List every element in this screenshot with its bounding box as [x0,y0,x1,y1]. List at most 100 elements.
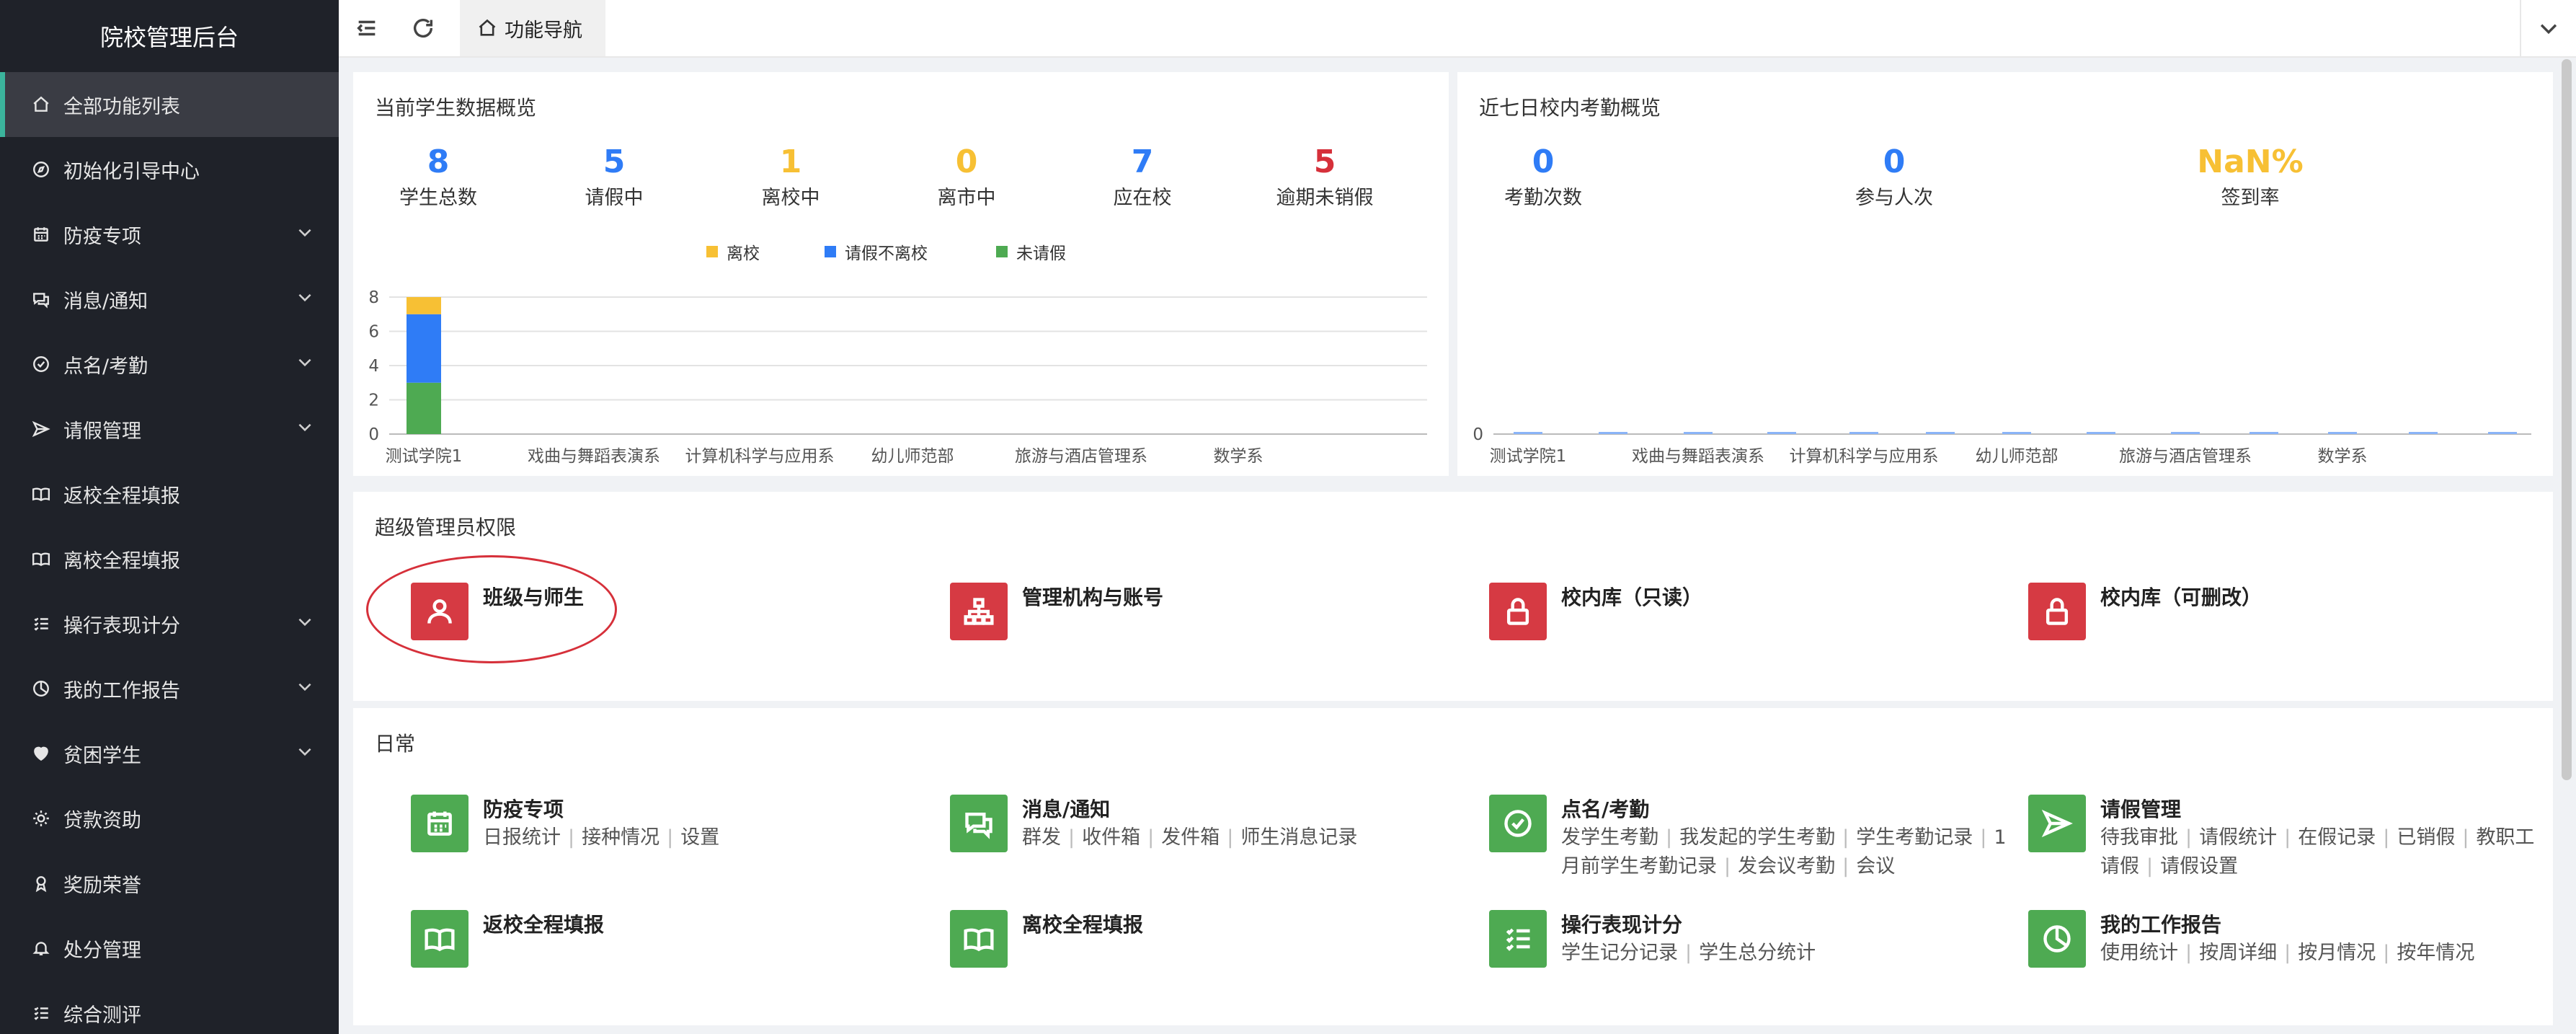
feature-link[interactable]: 我发起的学生考勤 [1679,826,1835,849]
feature-card[interactable]: 校内库（可删改） [2028,583,2547,640]
feature-icon-box[interactable] [2028,795,2086,852]
sidebar-item-2[interactable]: 防疫专项 [0,202,339,267]
sidebar-item-5[interactable]: 请假管理 [0,397,339,461]
feature-icon-box[interactable] [411,795,468,852]
feature-title[interactable]: 防疫专项 [483,796,719,823]
bar-segment [1514,432,1542,434]
feature-card[interactable]: 离校全程填报 [950,910,1469,968]
chat-icon [965,812,992,839]
feature-icon-box[interactable] [1489,795,1547,852]
feature-link[interactable]: 师生消息记录 [1240,826,1357,849]
y-tick-label: 6 [368,323,379,342]
sidebar: 院校管理后台 全部功能列表初始化引导中心 防疫专项 消息/通知 点名/考勤 请假管理 返校… [0,0,339,1034]
chevron-down-icon [298,748,311,756]
feature-link[interactable]: 在假记录 [2298,826,2376,849]
feature-title[interactable]: 离校全程填报 [1022,911,1143,939]
feature-link[interactable]: 学生记分记录 [1561,942,1678,964]
feature-card[interactable]: 返校全程填报 [411,910,930,968]
page-scrollbar[interactable] [2562,59,2572,780]
feature-card[interactable]: 消息/通知 群发 | 收件箱 | 发件箱 | 师生消息记录 [950,795,1469,852]
feature-link[interactable]: 发件箱 [1161,826,1220,849]
feature-title[interactable]: 校内库（可删改） [2100,584,2262,611]
y-tick-label: 0 [1473,425,1483,444]
feature-link[interactable]: 日报统计 [483,826,561,849]
feature-icon-box[interactable] [950,910,1008,968]
x-tick-label: 计算机科学与应用系 [685,447,835,466]
award-icon [35,876,47,893]
feature-link[interactable]: 学生总分统计 [1699,942,1816,964]
feature-link[interactable]: 按年情况 [2397,942,2474,964]
x-tick-label: 幼儿师范部 [1976,447,2058,466]
feature-links: 日报统计 | 接种情况 | 设置 [483,826,720,849]
feature-link[interactable]: 使用统计 [2100,942,2178,964]
feature-links: 学生记分记录 | 学生总分统计 [1561,942,1816,964]
feature-card[interactable]: 校内库（只读） [1489,583,2008,640]
feature-title[interactable]: 返校全程填报 [483,911,604,939]
feature-link[interactable]: 设置 [680,826,719,849]
x-tick-label: 旅游与酒店管理系 [1015,447,1147,466]
feature-icon-box[interactable] [2028,910,2086,968]
bar-segment [2488,432,2517,434]
feature-icon-box[interactable] [2028,583,2086,640]
sidebar-item-0[interactable]: 全部功能列表 [0,72,339,137]
feature-link[interactable]: 收件箱 [1082,826,1140,849]
feature-card[interactable]: 我的工作报告 使用统计 | 按周详细 | 按月情况 | 按年情况 [2028,910,2547,968]
sidebar-item-11[interactable]: 贷款资助 [0,786,339,851]
sidebar-item-label: 全部功能列表 [63,95,180,118]
feature-link[interactable]: 发会议考勤 [1738,855,1835,878]
feature-link[interactable]: 会议 [1856,855,1895,878]
home-icon [33,96,49,112]
feature-title[interactable]: 消息/通知 [1022,796,1357,823]
feature-link[interactable]: 已销假 [2397,826,2455,849]
tab-label: 功能导航 [505,19,582,42]
feature-title[interactable]: 点名/考勤 [1561,796,2008,823]
pie-icon [33,681,49,697]
sidebar-item-14[interactable]: 综合测评 [0,981,339,1034]
feature-icon-box[interactable] [950,583,1008,640]
feature-icon-box[interactable] [1489,910,1547,968]
heart-icon [34,746,48,761]
sidebar-item-4[interactable]: 点名/考勤 [0,332,339,397]
sidebar-item-8[interactable]: 操行表现计分 [0,591,339,656]
x-tick-label: 戏曲与舞蹈表演系 [528,447,660,466]
refresh-icon [413,19,433,37]
feature-link[interactable]: 按月情况 [2298,942,2376,964]
bar-segment [407,382,441,434]
feature-link[interactable]: 学生考勤记录 [1856,826,1973,849]
feature-link[interactable]: 接种情况 [582,826,659,849]
feature-title[interactable]: 我的工作报告 [2100,911,2474,939]
chevron-down-icon [298,423,311,431]
list-icon [1506,928,1530,951]
feature-title[interactable]: 操行表现计分 [1561,911,1816,939]
tabs-dropdown-button[interactable] [2520,0,2576,56]
feature-title[interactable]: 管理机构与账号 [1022,584,1163,611]
app-title: 院校管理后台 [99,24,239,51]
feature-link[interactable]: 发学生考勤 [1561,826,1658,849]
feature-link[interactable]: 请假设置 [2160,855,2238,878]
feature-card[interactable]: 点名/考勤 发学生考勤 | 我发起的学生考勤 | 学生考勤记录 | 1月前学生考勤记录 | 发会议… [1489,795,2008,881]
feature-link[interactable]: 群发 [1022,826,1061,849]
sidebar-item-6[interactable]: 返校全程填报 [0,461,339,526]
sidebar-item-10[interactable]: 贫困学生 [0,721,339,786]
collapse-menu-button[interactable] [339,0,395,56]
sidebar-item-1[interactable]: 初始化引导中心 [0,137,339,202]
feature-card[interactable]: 防疫专项日报统计 | 接种情况 | 设置 [411,795,930,852]
feature-card[interactable]: 请假管理 待我审批 | 请假统计 | 在假记录 | 已销假 | 教职工请假 | 请假设置 [2028,795,2547,881]
feature-title[interactable]: 请假管理 [2100,796,2547,823]
feature-icon-box[interactable] [1489,583,1547,640]
sidebar-item-12[interactable]: 奖励荣誉 [0,851,339,916]
feature-title[interactable]: 校内库（只读） [1561,584,1702,611]
sidebar-item-9[interactable]: 我的工作报告 [0,656,339,721]
feature-card[interactable]: 管理机构与账号 [950,583,1469,640]
sidebar-item-7[interactable]: 离校全程填报 [0,526,339,591]
feature-link[interactable]: 待我审批 [2100,826,2178,849]
refresh-button[interactable] [395,0,451,56]
feature-link[interactable]: 请假统计 [2199,826,2277,849]
sidebar-item-13[interactable]: 处分管理 [0,916,339,981]
feature-icon-box[interactable] [950,795,1008,852]
feature-icon-box[interactable] [411,910,468,968]
feature-link[interactable]: 按周详细 [2199,942,2277,964]
feature-card[interactable]: 操行表现计分学生记分记录 | 学生总分统计 [1489,910,2008,968]
sidebar-item-3[interactable]: 消息/通知 [0,267,339,332]
tab-feature-nav[interactable]: 功能导航 [460,0,605,56]
